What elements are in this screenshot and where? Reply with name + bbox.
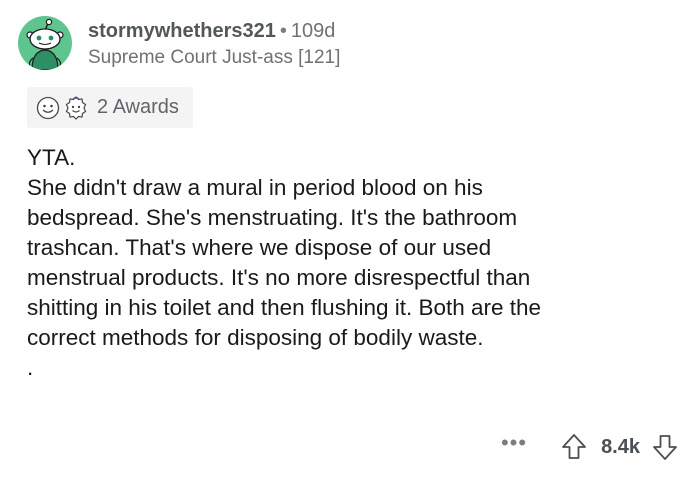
awards-badge[interactable]: 2 Awards [27,87,193,128]
wholesome-seal-award-icon [63,95,89,121]
comment-paragraph: She didn't draw a mural in period blood … [27,175,542,350]
comment-header: stormywhethers321 • 109d Supreme Court Jus… [18,16,340,71]
upvote-arrow-icon[interactable] [561,433,587,461]
more-options-button[interactable]: ••• [501,430,527,456]
vote-score: 8.4k [601,435,640,458]
awards-count: 2 Awards [97,96,179,118]
comment-paragraph: . [27,355,34,380]
meta-line: stormywhethers321 • 109d [88,18,340,44]
snoo-avatar-icon [26,18,64,70]
username-link[interactable]: stormywhethers321 [88,20,276,42]
comment-actions: ••• 8.4k [501,428,678,466]
downvote-arrow-icon[interactable] [652,433,678,461]
smiley-award-icon [35,95,61,121]
user-avatar[interactable] [18,16,72,70]
comment-age[interactable]: 109d [291,20,336,42]
user-flair: Supreme Court Just-ass [121] [88,47,341,68]
meta-separator: • [279,20,287,42]
comment-meta: stormywhethers321 • 109d Supreme Court Jus… [88,18,340,71]
comment-paragraph: YTA. [27,145,76,170]
comment-body: YTA. She didn't draw a mural in period b… [27,143,677,383]
